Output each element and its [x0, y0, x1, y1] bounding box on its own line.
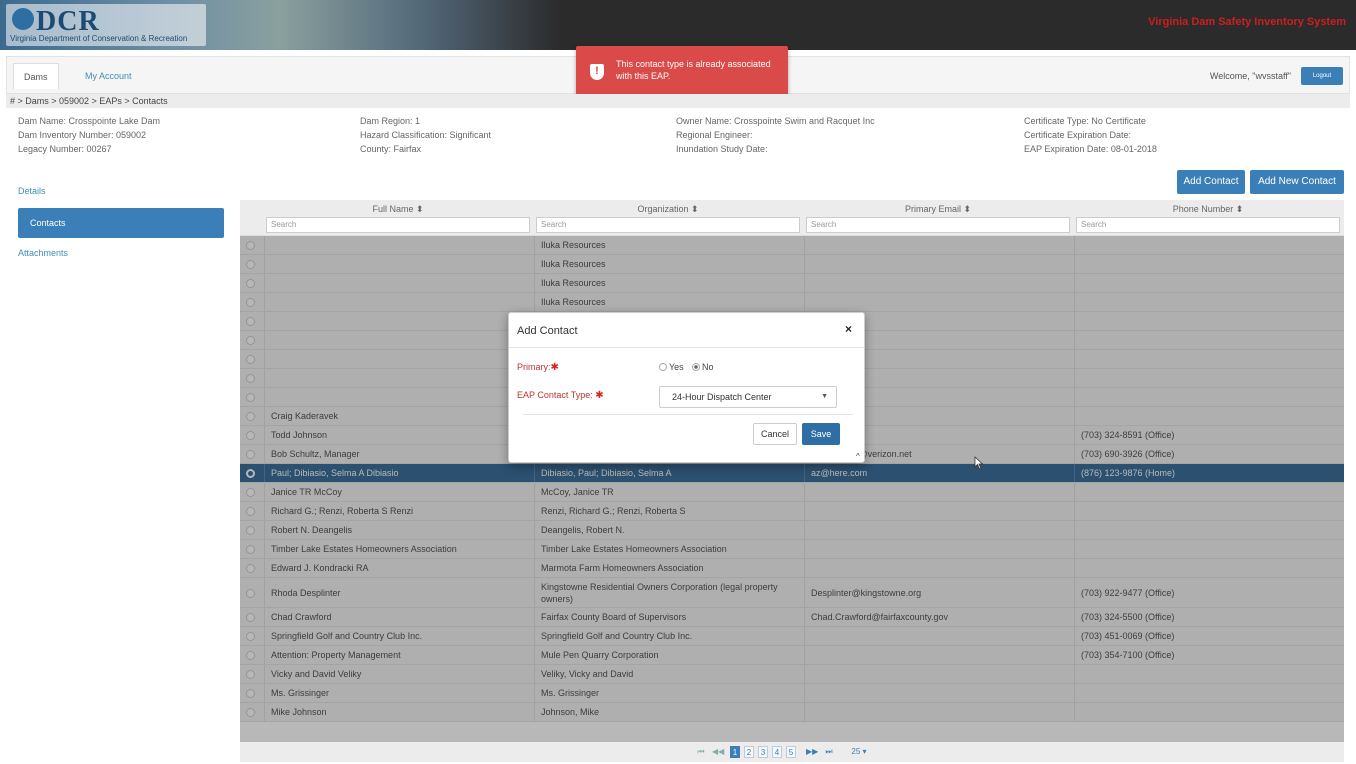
logout-button[interactable]: Logout	[1301, 67, 1343, 85]
mouse-cursor-icon	[974, 456, 984, 470]
eap-expiration: EAP Expiration Date: 08-01-2018	[1024, 144, 1157, 154]
page-1-button[interactable]: 1	[730, 746, 740, 758]
system-title: Virginia Dam Safety Inventory System	[1148, 16, 1346, 28]
page-2-button[interactable]: 2	[744, 746, 754, 758]
dam-inventory-number: Dam Inventory Number: 059002	[18, 130, 147, 140]
welcome-text: Welcome, "wvsstaff"	[1209, 71, 1291, 81]
primary-no-radio[interactable]	[692, 363, 700, 371]
dcr-logo-icon	[12, 8, 34, 30]
primary-label: Primary:✱	[517, 362, 559, 373]
eap-contact-type-select[interactable]: 24-Hour Dispatch Center ▼	[659, 386, 837, 408]
cancel-button[interactable]: Cancel	[753, 423, 797, 445]
app-header: DCR Virginia Department of Conservation …	[0, 0, 1356, 50]
eap-contact-type-label-text: EAP Contact Type:	[517, 390, 593, 400]
primary-no-option[interactable]: No	[692, 362, 714, 372]
inundation-study-date: Inundation Study Date:	[676, 144, 768, 154]
required-star-icon: ✱	[595, 390, 604, 401]
close-icon[interactable]: ×	[845, 322, 852, 336]
shield-warning-icon: !	[590, 64, 604, 80]
county: County: Fairfax	[360, 144, 422, 154]
column-header-phone-number[interactable]: Phone Number ⬍	[1074, 204, 1342, 216]
required-star-icon: ✱	[550, 362, 559, 373]
column-header-primary-email[interactable]: Primary Email ⬍	[804, 204, 1072, 216]
resize-handle-icon[interactable]: ^	[856, 452, 860, 461]
breadcrumb[interactable]: # > Dams > 059002 > EAPs > Contacts	[6, 94, 1350, 108]
page-3-button[interactable]: 3	[758, 746, 768, 758]
certificate-expiration: Certificate Expiration Date:	[1024, 130, 1132, 140]
search-phone-input[interactable]: Search	[1076, 217, 1340, 233]
hazard-classification: Hazard Classification: Significant	[360, 130, 492, 140]
error-toast[interactable]: ! This contact type is already associate…	[576, 46, 788, 98]
toast-message: This contact type is already associated …	[616, 59, 771, 81]
logo-subtitle: Virginia Department of Conservation & Re…	[10, 34, 188, 43]
save-button[interactable]: Save	[802, 423, 840, 445]
add-contact-button[interactable]: Add Contact	[1177, 170, 1245, 194]
tab-dams[interactable]: Dams	[13, 63, 59, 89]
sidebar-item-contacts[interactable]: Contacts	[18, 208, 224, 238]
regional-engineer: Regional Engineer:	[676, 130, 753, 140]
dam-region: Dam Region: 1	[360, 116, 421, 126]
sidebar-item-attachments[interactable]: Attachments	[18, 248, 68, 258]
last-page-button[interactable]: ⏭	[824, 746, 834, 758]
search-email-input[interactable]: Search	[806, 217, 1070, 233]
tab-my-account[interactable]: My Account	[75, 63, 142, 89]
first-page-button[interactable]: ⏮	[696, 746, 706, 758]
modal-divider	[509, 347, 864, 348]
page-size-select[interactable]: 25 ▾	[846, 746, 872, 758]
add-new-contact-button[interactable]: Add New Contact	[1250, 170, 1344, 194]
search-full-name-input[interactable]: Search	[266, 217, 530, 233]
column-header-full-name[interactable]: Full Name ⬍	[264, 204, 532, 216]
page-5-button[interactable]: 5	[786, 746, 796, 758]
eap-contact-type-value: 24-Hour Dispatch Center	[672, 392, 772, 402]
pagination: ⏮ ◀◀ 1 2 3 4 5 ▶▶ ⏭ 25 ▾	[240, 742, 1344, 762]
legacy-number: Legacy Number: 00267	[18, 144, 112, 154]
dam-name: Dam Name: Crosspointe Lake Dam	[18, 116, 161, 126]
primary-yes-label: Yes	[669, 362, 684, 372]
primary-yes-radio[interactable]	[659, 363, 667, 371]
search-organization-input[interactable]: Search	[536, 217, 800, 233]
certificate-type: Certificate Type: No Certificate	[1024, 116, 1146, 126]
add-contact-modal: Add Contact × Primary:✱ Yes No EAP Conta…	[508, 312, 865, 463]
primary-label-text: Primary:	[517, 362, 551, 372]
next-page-button[interactable]: ▶▶	[806, 746, 818, 758]
modal-title: Add Contact	[517, 325, 578, 337]
sidebar-item-details[interactable]: Details	[18, 186, 46, 196]
owner-name: Owner Name: Crosspointe Swim and Racquet…	[676, 116, 875, 126]
column-header-organization[interactable]: Organization ⬍	[534, 204, 802, 216]
page-4-button[interactable]: 4	[772, 746, 782, 758]
eap-contact-type-label: EAP Contact Type: ✱	[517, 390, 604, 401]
table-header: Full Name ⬍ Organization ⬍ Primary Email…	[240, 200, 1344, 236]
modal-footer-divider	[523, 414, 853, 415]
chevron-down-icon: ▼	[821, 393, 828, 400]
dcr-logo[interactable]: DCR Virginia Department of Conservation …	[6, 4, 206, 46]
primary-no-label: No	[702, 362, 714, 372]
prev-page-button[interactable]: ◀◀	[712, 746, 724, 758]
primary-yes-option[interactable]: Yes	[659, 362, 684, 372]
